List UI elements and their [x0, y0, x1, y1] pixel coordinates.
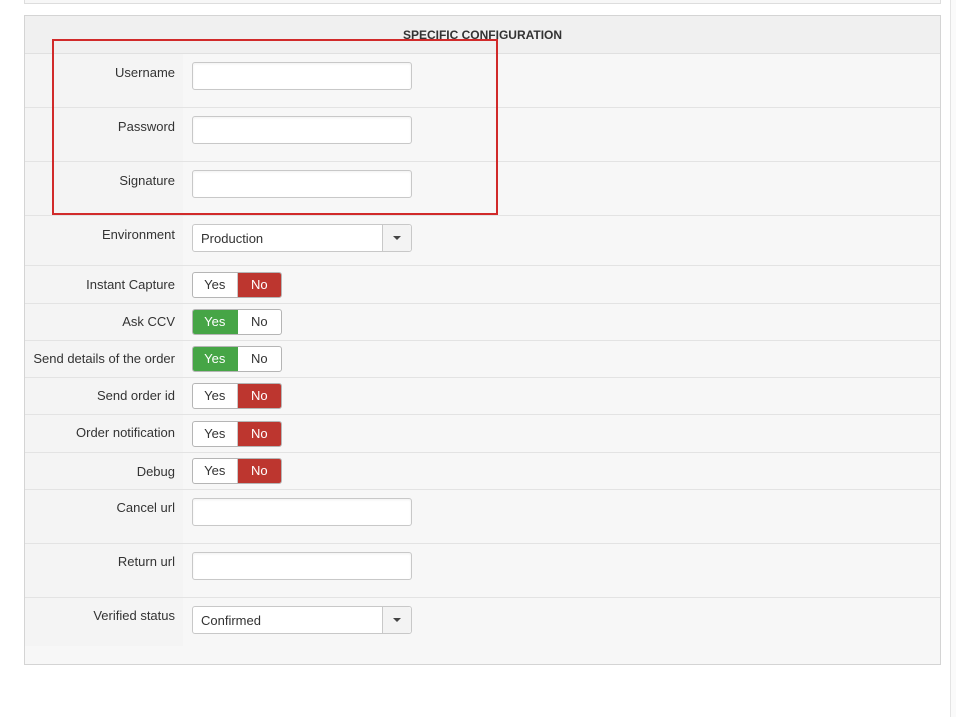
send-order-id-toggle[interactable]: Yes No	[192, 383, 282, 409]
previous-panel-edge	[24, 0, 941, 4]
order-notification-toggle[interactable]: Yes No	[192, 421, 282, 447]
row-verified-status: Verified status Confirmed	[25, 598, 940, 646]
return-url-input[interactable]	[192, 552, 412, 580]
send-details-no[interactable]: No	[238, 347, 282, 371]
row-environment: Environment Production	[25, 216, 940, 266]
order-notification-yes[interactable]: Yes	[193, 422, 238, 446]
send-order-id-no[interactable]: No	[237, 384, 281, 408]
instant-capture-no[interactable]: No	[237, 273, 281, 297]
ask-ccv-no[interactable]: No	[238, 310, 282, 334]
ask-ccv-toggle[interactable]: Yes No	[192, 309, 282, 335]
debug-toggle[interactable]: Yes No	[192, 458, 282, 484]
environment-label: Environment	[102, 227, 175, 242]
row-return-url: Return url	[25, 544, 940, 598]
row-instant-capture: Instant Capture Yes No	[25, 266, 940, 304]
caret-down-icon	[393, 618, 401, 622]
send-order-id-yes[interactable]: Yes	[193, 384, 238, 408]
row-debug: Debug Yes No	[25, 453, 940, 490]
verified-status-dropdown-button[interactable]	[382, 607, 411, 633]
row-send-details: Send details of the order Yes No	[25, 341, 940, 378]
scrollbar-track[interactable]	[950, 0, 956, 717]
send-details-toggle[interactable]: Yes No	[192, 346, 282, 372]
specific-configuration-panel: SPECIFIC CONFIGURATION Username Password…	[24, 15, 941, 665]
row-password: Password	[25, 108, 940, 162]
environment-dropdown-button[interactable]	[382, 225, 411, 251]
instant-capture-yes[interactable]: Yes	[193, 273, 238, 297]
instant-capture-label: Instant Capture	[86, 277, 175, 292]
caret-down-icon	[393, 236, 401, 240]
password-label: Password	[117, 119, 175, 134]
environment-value: Production	[201, 231, 264, 246]
debug-yes[interactable]: Yes	[193, 459, 238, 483]
row-username: Username	[25, 54, 940, 108]
send-details-label: Send details of the order	[33, 351, 175, 366]
environment-select[interactable]: Production	[192, 224, 412, 252]
send-details-yes[interactable]: Yes	[193, 347, 238, 371]
verified-status-label: Verified status	[93, 608, 175, 623]
return-url-label: Return url	[117, 554, 175, 569]
row-order-notification: Order notification Yes No	[25, 415, 940, 453]
row-send-order-id: Send order id Yes No	[25, 378, 940, 415]
verified-status-select[interactable]: Confirmed	[192, 606, 412, 634]
signature-label: Signature	[119, 173, 175, 188]
row-signature: Signature	[25, 162, 940, 216]
cancel-url-label: Cancel url	[116, 500, 175, 515]
username-label: Username	[115, 65, 175, 80]
cancel-url-input[interactable]	[192, 498, 412, 526]
password-input[interactable]	[192, 116, 412, 144]
panel-title: SPECIFIC CONFIGURATION	[25, 16, 940, 54]
signature-input[interactable]	[192, 170, 412, 198]
instant-capture-toggle[interactable]: Yes No	[192, 272, 282, 298]
verified-status-value: Confirmed	[201, 613, 261, 628]
row-ask-ccv: Ask CCV Yes No	[25, 304, 940, 341]
debug-label: Debug	[136, 464, 175, 479]
debug-no[interactable]: No	[237, 459, 281, 483]
ask-ccv-yes[interactable]: Yes	[193, 310, 238, 334]
row-cancel-url: Cancel url	[25, 490, 940, 544]
ask-ccv-label: Ask CCV	[122, 314, 175, 329]
order-notification-label: Order notification	[76, 425, 175, 440]
username-input[interactable]	[192, 62, 412, 90]
send-order-id-label: Send order id	[96, 388, 175, 403]
order-notification-no[interactable]: No	[237, 422, 281, 446]
